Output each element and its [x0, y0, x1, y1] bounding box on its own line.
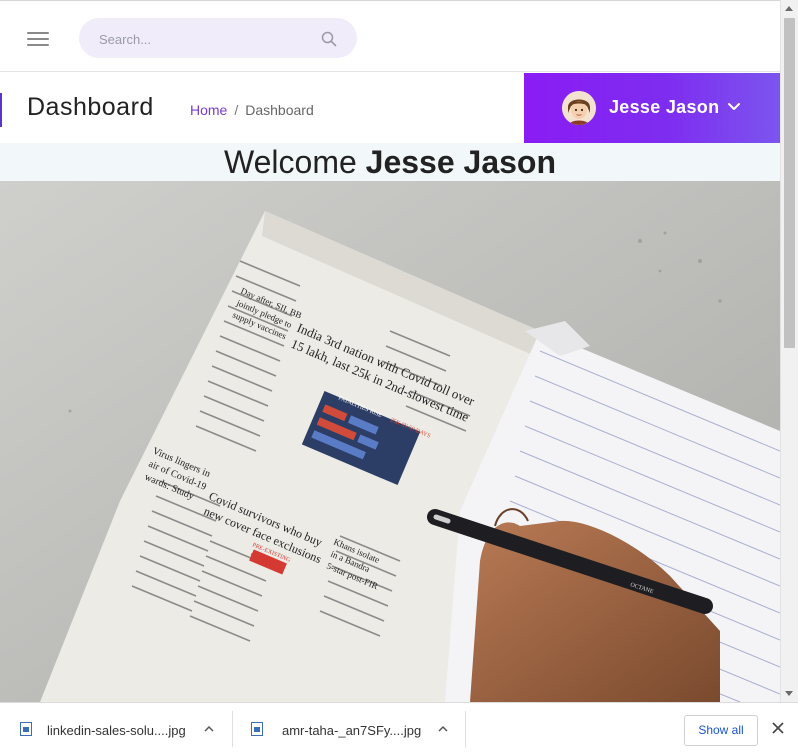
close-icon[interactable] [772, 722, 784, 734]
search-box [79, 18, 357, 58]
chevron-up-icon[interactable] [438, 725, 448, 732]
user-name: Jesse Jason [609, 97, 720, 117]
page-scrollbar[interactable] [780, 0, 798, 702]
welcome-prefix: Welcome [223, 144, 357, 180]
download-filename: amr-taha-_an7SFy....jpg [282, 723, 422, 738]
chevron-up-icon[interactable] [204, 725, 214, 732]
search-input[interactable] [97, 28, 311, 50]
breadcrumb-current: Dashboard [245, 102, 314, 118]
welcome-user-name: Jesse Jason [365, 144, 557, 180]
title-accent-bar [0, 93, 2, 127]
welcome-banner: Welcome Jesse Jason [0, 143, 780, 181]
file-image-icon [251, 722, 263, 736]
avatar-illustration [562, 91, 596, 125]
search-icon[interactable] [321, 31, 337, 47]
scroll-up-arrow-icon[interactable] [785, 6, 793, 11]
chevron-down-icon[interactable] [727, 102, 741, 112]
downloads-bar: linkedin-sales-solu....jpg amr-taha-_an7… [0, 702, 798, 753]
scroll-down-arrow-icon[interactable] [785, 691, 793, 696]
download-divider [465, 711, 466, 747]
newspaper-photo-illustration: India 3rd nation with Covid toll over15 … [0, 181, 780, 702]
breadcrumb: Home / Dashboard [190, 102, 314, 118]
user-menu-button[interactable]: Jesse Jason [524, 73, 780, 143]
page-title: Dashboard [27, 93, 154, 121]
avatar [562, 91, 596, 125]
breadcrumb-separator: / [234, 102, 239, 118]
file-image-icon [20, 722, 32, 736]
download-item[interactable]: linkedin-sales-solu....jpg [0, 703, 232, 753]
menu-icon[interactable] [27, 32, 49, 46]
scroll-thumb[interactable] [784, 18, 795, 348]
download-item[interactable]: amr-taha-_an7SFy....jpg [233, 703, 465, 753]
download-filename: linkedin-sales-solu....jpg [47, 723, 186, 738]
show-all-button[interactable]: Show all [684, 715, 758, 746]
top-navbar [0, 0, 780, 72]
breadcrumb-home-link[interactable]: Home [190, 102, 227, 118]
hero-image: India 3rd nation with Covid toll over 15 … [0, 181, 780, 702]
